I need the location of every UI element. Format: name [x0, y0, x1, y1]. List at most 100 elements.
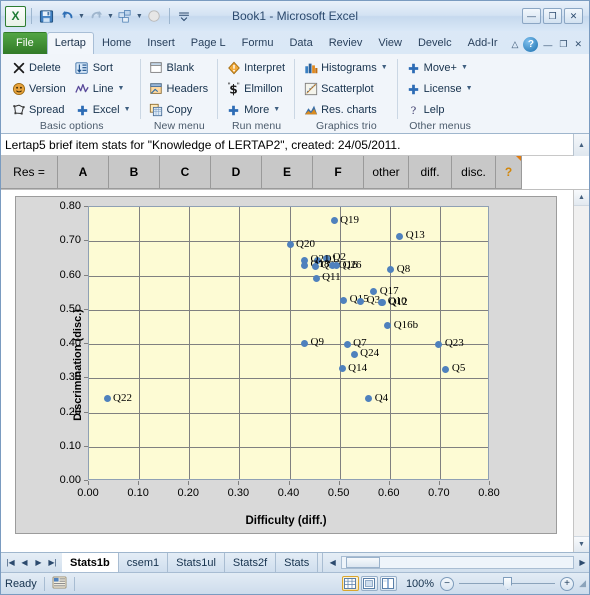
last-sheet-icon[interactable]: ▶|	[46, 558, 59, 567]
data-point[interactable]	[387, 266, 395, 274]
sheet-tab-stats1b[interactable]: Stats1b	[62, 553, 119, 572]
chevron-down-icon[interactable]: ▼	[124, 102, 131, 118]
data-point[interactable]	[338, 365, 346, 373]
data-point[interactable]	[103, 395, 111, 403]
zoom-out-button[interactable]: −	[440, 576, 455, 591]
circle-icon[interactable]	[145, 7, 164, 26]
zoom-in-button[interactable]: +	[560, 576, 575, 591]
data-point[interactable]	[396, 232, 404, 240]
tabscroll-right-icon[interactable]: ▶	[576, 558, 589, 567]
data-point[interactable]	[343, 340, 351, 348]
ribbon-button-headers[interactable]: Headers	[146, 79, 214, 99]
close-button[interactable]: ✕	[564, 8, 583, 24]
customize-toolbar-icon[interactable]	[175, 7, 194, 26]
stats-header-cell-e[interactable]: E	[262, 156, 313, 189]
save-icon[interactable]	[37, 7, 56, 26]
page-break-preview-icon[interactable]	[379, 576, 397, 591]
data-point[interactable]	[301, 261, 309, 269]
vertical-scrollbar[interactable]: ▲ ▼	[573, 190, 589, 552]
zoom-track[interactable]	[459, 577, 556, 590]
ribbon-button-license[interactable]: License ▼	[403, 79, 478, 99]
ribbon-tab-home[interactable]: Home	[94, 32, 139, 54]
excel-logo-icon[interactable]: X	[5, 5, 26, 27]
undo-icon[interactable]	[58, 7, 77, 26]
data-point[interactable]	[330, 217, 338, 225]
ribbon-button-delete[interactable]: Delete	[8, 58, 71, 78]
stats-header-cell-b[interactable]: B	[109, 156, 160, 189]
ribbon-button-lelp[interactable]: ? Lelp	[403, 100, 478, 120]
data-point[interactable]	[357, 297, 365, 305]
stats-header-cell-a[interactable]: A	[58, 156, 109, 189]
first-sheet-icon[interactable]: |◀	[4, 558, 17, 567]
chevron-down-icon[interactable]: ▼	[466, 81, 473, 97]
workbook-restore-button[interactable]: ❐	[557, 39, 569, 50]
ribbon-tab-reviev[interactable]: Reviev	[321, 32, 371, 54]
scroll-up-arrow-icon[interactable]: ▲	[574, 190, 589, 206]
workbook-minimize-button[interactable]: —	[541, 40, 554, 50]
chevron-down-icon[interactable]: ▼	[273, 102, 280, 118]
ribbon-tab-formu[interactable]: Formu	[234, 32, 282, 54]
data-point[interactable]	[301, 339, 309, 347]
stats-header-cell-[interactable]: ?	[496, 156, 522, 189]
page-layout-icon[interactable]	[360, 576, 378, 591]
ribbon-button-blank[interactable]: Blank	[146, 58, 214, 78]
ribbon-button-scatterplot[interactable]: Scatterplot	[300, 79, 393, 99]
stats-header-cell-c[interactable]: C	[160, 156, 211, 189]
zoom-level[interactable]: 100%	[406, 578, 434, 590]
stats-header-cell-diff[interactable]: diff.	[409, 156, 452, 189]
zoom-thumb[interactable]	[503, 577, 513, 590]
tabscroll-left-icon[interactable]: ◀	[326, 558, 339, 567]
data-point[interactable]	[340, 296, 348, 304]
sheet-tab-stats[interactable]: Stats	[276, 553, 319, 572]
data-point[interactable]	[350, 350, 358, 358]
ribbon-button-spread[interactable]: Spread	[8, 100, 71, 120]
data-point[interactable]	[365, 395, 373, 403]
stats-header-cell-other[interactable]: other	[364, 156, 409, 189]
ribbon-button-move-[interactable]: Move+ ▼	[403, 58, 478, 78]
data-point[interactable]	[442, 365, 450, 373]
ribbon-button-excel[interactable]: Excel ▼	[72, 100, 136, 120]
ribbon-button-copy[interactable]: Copy	[146, 100, 214, 120]
ribbon-tab-page-l[interactable]: Page L	[183, 32, 234, 54]
data-point[interactable]	[311, 262, 319, 270]
next-sheet-icon[interactable]: ▶	[32, 558, 45, 567]
ribbon-button-version[interactable]: Version	[8, 79, 71, 99]
ribbon-button-res-charts[interactable]: Res. charts	[300, 100, 393, 120]
ribbon-tab-insert[interactable]: Insert	[139, 32, 183, 54]
data-point[interactable]	[435, 340, 443, 348]
redo-icon[interactable]	[87, 7, 106, 26]
sheet-tab-stats2f[interactable]: Stats2f	[224, 553, 277, 572]
ribbon-button-elmillon[interactable]: $ " " Elmillon	[223, 79, 290, 99]
undo-dropdown-icon[interactable]: ▼	[78, 13, 85, 20]
prev-sheet-icon[interactable]: ◀	[18, 558, 31, 567]
chevron-down-icon[interactable]: ▼	[461, 60, 468, 76]
record-macro-icon[interactable]	[52, 575, 67, 592]
minimize-button[interactable]: —	[522, 8, 541, 24]
data-point[interactable]	[379, 299, 387, 307]
scatterplot-chart[interactable]: Discrimination (disc.) Difficulty (diff.…	[15, 196, 557, 534]
ribbon-button-sort[interactable]: Sort	[72, 58, 136, 78]
scroll-up-button[interactable]: ▲	[573, 134, 589, 156]
stats-header-cell-f[interactable]: F	[313, 156, 364, 189]
ribbon-tab-lertap[interactable]: Lertap	[46, 32, 94, 54]
chevron-down-icon[interactable]: ▼	[118, 81, 125, 97]
restore-button[interactable]: ❐	[543, 8, 562, 24]
normal-view-icon[interactable]	[341, 576, 359, 591]
scroll-down-arrow-icon[interactable]: ▼	[574, 536, 589, 552]
ribbon-button-line[interactable]: Line ▼	[72, 79, 136, 99]
sheet-tab-csem1[interactable]: csem1	[118, 553, 169, 572]
workbook-close-button[interactable]: ✕	[572, 39, 584, 50]
horizontal-scrollbar[interactable]	[341, 556, 574, 569]
ribbon-button-histograms[interactable]: Histograms ▼	[300, 58, 393, 78]
data-point[interactable]	[312, 274, 320, 282]
ribbon-tab-file[interactable]: File	[3, 32, 47, 54]
ribbon-tab-develc[interactable]: Develc	[410, 32, 460, 54]
zoom-slider[interactable]: − +	[440, 576, 575, 591]
stats-header-cell-disc[interactable]: disc.	[452, 156, 496, 189]
redo-dropdown-icon[interactable]: ▼	[107, 13, 114, 20]
ribbon-tab-data[interactable]: Data	[281, 32, 320, 54]
help-icon[interactable]: ?	[523, 37, 539, 52]
scrollbar-thumb[interactable]	[346, 557, 381, 568]
ribbon-tab-view[interactable]: View	[370, 32, 410, 54]
collapse-ribbon-icon[interactable]: △	[509, 39, 520, 50]
